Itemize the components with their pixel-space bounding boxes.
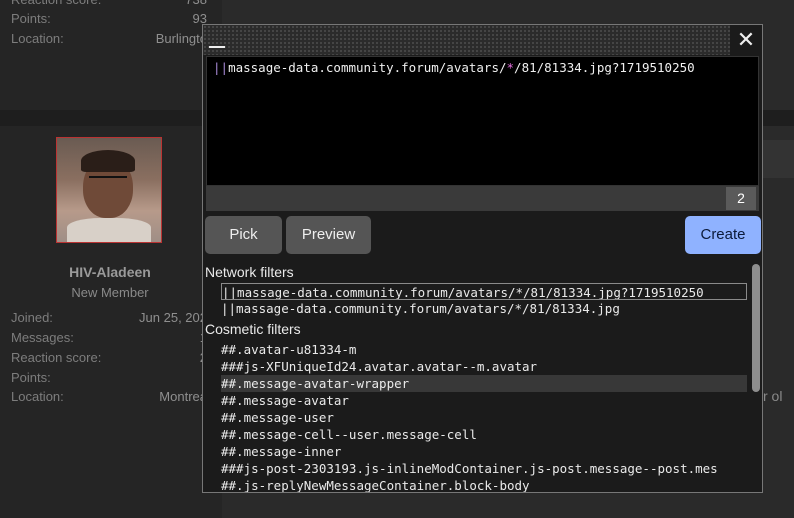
network-filter-item[interactable]: ||massage-data.community.forum/avatars/*…: [221, 283, 747, 300]
stat-location: Location: Burlingto: [11, 31, 207, 46]
stat-points: Points: 93: [11, 11, 207, 26]
cosmetic-filter-item[interactable]: ##.message-avatar-wrapper: [221, 375, 747, 392]
cosmetic-filter-item[interactable]: ##.message-cell--user.message-cell: [221, 426, 747, 443]
cosmetic-filter-item[interactable]: ##.message-inner: [221, 443, 747, 460]
dialog-titlebar-drag-handle[interactable]: ✕: [203, 25, 762, 55]
create-button[interactable]: Create: [685, 216, 761, 254]
username[interactable]: HIV-Aladeen: [0, 264, 220, 280]
cosmetic-filter-item[interactable]: ##.message-avatar: [221, 392, 747, 409]
cosmetic-filter-item[interactable]: ##.avatar-u81334-m: [221, 341, 747, 358]
cosmetic-filter-item[interactable]: ##.js-replyNewMessageContainer.block-bod…: [221, 477, 747, 492]
cosmetic-filter-item[interactable]: ##.message-user: [221, 409, 747, 426]
cosmetic-filters-heading: Cosmetic filters: [205, 321, 301, 337]
minimize-icon[interactable]: [209, 30, 227, 50]
scrollbar-thumb[interactable]: [752, 264, 760, 392]
close-icon[interactable]: ✕: [730, 25, 762, 55]
filter-candidates-list: Network filters ||massage-data.community…: [203, 261, 748, 492]
network-filters-heading: Network filters: [205, 264, 294, 280]
cosmetic-filter-item[interactable]: ###js-XFUniqueId24.avatar.avatar--m.avat…: [221, 358, 747, 375]
network-filter-item[interactable]: ||massage-data.community.forum/avatars/*…: [221, 300, 747, 317]
stat-points: Points:: [11, 370, 51, 385]
list-scrollbar[interactable]: [751, 262, 761, 492]
stat-joined: Joined: Jun 25, 202: [11, 310, 207, 325]
element-picker-dialog: ✕ ||massage-data.community.forum/avatars…: [202, 24, 763, 493]
user-title: New Member: [71, 285, 149, 300]
avatar[interactable]: [56, 137, 162, 243]
editor-status-bar: 2: [206, 186, 759, 211]
stat-messages: Messages: 1: [11, 330, 207, 345]
match-count-badge: 2: [726, 187, 756, 210]
message-area-strip: [763, 140, 794, 178]
stat-location: Location: Montrea: [11, 389, 207, 404]
preview-button[interactable]: Preview: [286, 216, 371, 254]
stat-reaction-score: Reaction score: 2: [11, 350, 207, 365]
top-user-panel: Reaction score: 738 Points: 93 Location:…: [0, 0, 222, 110]
pick-button[interactable]: Pick: [205, 216, 282, 254]
cosmetic-filter-item[interactable]: ###js-post-2303193.js-inlineModContainer…: [221, 460, 747, 477]
filter-editor[interactable]: ||massage-data.community.forum/avatars/*…: [206, 56, 759, 186]
